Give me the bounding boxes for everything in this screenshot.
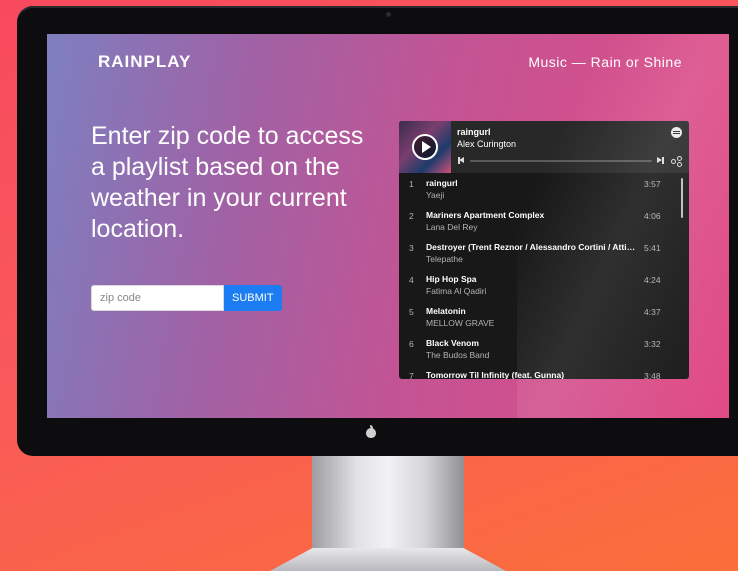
track-artist: Lana Del Rey bbox=[426, 222, 478, 232]
now-playing-title[interactable]: raingurl bbox=[457, 127, 491, 137]
track-artist: MELLOW GRAVE bbox=[426, 318, 495, 328]
track-duration: 5:41 bbox=[644, 243, 661, 253]
website-screen: RAINPLAY Music — Rain or Shine Enter zip… bbox=[47, 34, 729, 418]
track-number: 5 bbox=[409, 307, 414, 317]
spotify-player-widget: raingurl Alex Curington 1 raingurl Yaeji 3:… bbox=[399, 121, 689, 379]
track-title: Tomorrow Til Infinity (feat. Gunna) bbox=[426, 370, 565, 379]
track-number: 3 bbox=[409, 243, 414, 253]
play-icon[interactable] bbox=[412, 134, 438, 160]
tracklist: 1 raingurl Yaeji 3:57 2 Mariners Apartment Co… bbox=[399, 173, 689, 379]
track-number: 1 bbox=[409, 179, 414, 189]
submit-button[interactable]: SUBMIT bbox=[224, 285, 282, 311]
site-logo[interactable]: RAINPLAY bbox=[98, 52, 191, 72]
monitor-stand bbox=[312, 456, 464, 556]
previous-track-icon[interactable] bbox=[458, 157, 464, 164]
track-row[interactable]: 2 Mariners Apartment Complex Lana Del Rey 4… bbox=[399, 205, 689, 237]
track-artist: Yaeji bbox=[426, 190, 445, 200]
track-duration: 3:48 bbox=[644, 371, 661, 379]
hero-headline: Enter zip code to access a playlist base… bbox=[91, 122, 364, 243]
track-number: 7 bbox=[409, 371, 414, 379]
track-row[interactable]: 1 raingurl Yaeji 3:57 bbox=[399, 173, 689, 205]
camera-dot bbox=[386, 12, 391, 17]
monitor-base bbox=[270, 548, 506, 571]
site-tagline: Music — Rain or Shine bbox=[528, 54, 682, 70]
apple-logo-icon bbox=[364, 425, 378, 439]
track-row[interactable]: 4 Hip Hop Spa Fatima Al Qadiri 4:24 bbox=[399, 269, 689, 301]
track-row[interactable]: 7 Tomorrow Til Infinity (feat. Gunna) 3:48 bbox=[399, 365, 689, 379]
track-duration: 3:32 bbox=[644, 339, 661, 349]
track-row[interactable]: 3 Destroyer (Trent Reznor / Alessandro Co… bbox=[399, 237, 689, 269]
track-artist: The Budos Band bbox=[426, 350, 490, 360]
track-title: Melatonin bbox=[426, 306, 466, 316]
next-track-icon[interactable] bbox=[657, 157, 664, 164]
monitor-frame: RAINPLAY Music — Rain or Shine Enter zip… bbox=[17, 6, 738, 456]
spotify-logo-icon[interactable] bbox=[671, 127, 682, 138]
track-artist: Telepathe bbox=[426, 254, 463, 264]
track-row[interactable]: 6 Black Venom The Budos Band 3:32 bbox=[399, 333, 689, 365]
track-title: Destroyer (Trent Reznor / Alessandro Cor… bbox=[426, 242, 638, 252]
track-number: 6 bbox=[409, 339, 414, 349]
playback-progress-bar[interactable] bbox=[470, 160, 652, 162]
track-title: Mariners Apartment Complex bbox=[426, 210, 545, 220]
tracklist-scrollbar[interactable] bbox=[681, 178, 683, 218]
player-header: raingurl Alex Curington bbox=[399, 121, 689, 173]
zip-code-input[interactable] bbox=[91, 285, 224, 311]
track-number: 2 bbox=[409, 211, 414, 221]
track-artist: Fatima Al Qadiri bbox=[426, 286, 487, 296]
track-row[interactable]: 5 Melatonin MELLOW GRAVE 4:37 bbox=[399, 301, 689, 333]
track-duration: 4:06 bbox=[644, 211, 661, 221]
track-duration: 3:57 bbox=[644, 179, 661, 189]
track-number: 4 bbox=[409, 275, 414, 285]
track-title: Black Venom bbox=[426, 338, 479, 348]
share-icon[interactable] bbox=[671, 156, 682, 167]
track-duration: 4:24 bbox=[644, 275, 661, 285]
track-title: Hip Hop Spa bbox=[426, 274, 477, 284]
zip-form: SUBMIT bbox=[91, 285, 282, 311]
track-duration: 4:37 bbox=[644, 307, 661, 317]
album-cover bbox=[399, 121, 451, 173]
now-playing-artist[interactable]: Alex Curington bbox=[457, 139, 516, 149]
track-title: raingurl bbox=[426, 178, 458, 188]
